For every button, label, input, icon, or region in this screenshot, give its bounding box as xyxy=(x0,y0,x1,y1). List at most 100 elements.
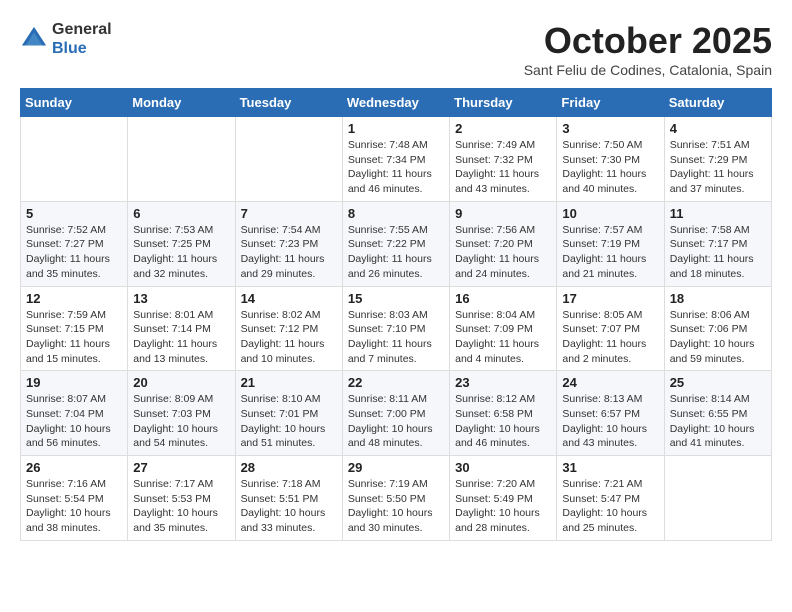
calendar-cell xyxy=(128,117,235,202)
day-number: 9 xyxy=(455,206,551,221)
day-info: Sunrise: 7:19 AM Sunset: 5:50 PM Dayligh… xyxy=(348,477,444,536)
calendar-cell: 23 Sunrise: 8:12 AM Sunset: 6:58 PM Dayli… xyxy=(450,371,557,456)
calendar-cell: 24Sunrise: 8:13 AM Sunset: 6:57 PM Dayli… xyxy=(557,371,664,456)
calendar-cell: 16Sunrise: 8:04 AM Sunset: 7:09 PM Dayli… xyxy=(450,286,557,371)
calendar-cell: 26 Sunrise: 7:16 AM Sunset: 5:54 PM Dayli… xyxy=(21,456,128,541)
calendar-cell: 18 Sunrise: 8:06 AM Sunset: 7:06 PM Dayli… xyxy=(664,286,771,371)
day-number: 24 xyxy=(562,375,658,390)
calendar-cell: 29 Sunrise: 7:19 AM Sunset: 5:50 PM Dayli… xyxy=(342,456,449,541)
day-number: 27 xyxy=(133,460,229,475)
day-number: 30 xyxy=(455,460,551,475)
calendar-cell xyxy=(664,456,771,541)
day-number: 22 xyxy=(348,375,444,390)
calendar-cell: 20Sunrise: 8:09 AM Sunset: 7:03 PM Dayli… xyxy=(128,371,235,456)
calendar-cell: 19 Sunrise: 8:07 AM Sunset: 7:04 PM Dayli… xyxy=(21,371,128,456)
month-title: October 2025 xyxy=(524,20,772,62)
calendar-cell: 5 Sunrise: 7:52 AM Sunset: 7:27 PM Daylig… xyxy=(21,201,128,286)
day-info: Sunrise: 7:56 AM Sunset: 7:20 PM Dayligh… xyxy=(455,223,551,282)
day-info: Sunrise: 7:59 AM Sunset: 7:15 PM Dayligh… xyxy=(26,308,122,367)
calendar-cell xyxy=(235,117,342,202)
day-info: Sunrise: 8:01 AM Sunset: 7:14 PM Dayligh… xyxy=(133,308,229,367)
calendar-week-row: 5 Sunrise: 7:52 AM Sunset: 7:27 PM Daylig… xyxy=(21,201,772,286)
day-info: Sunrise: 7:20 AM Sunset: 5:49 PM Dayligh… xyxy=(455,477,551,536)
day-number: 11 xyxy=(670,206,766,221)
day-number: 16 xyxy=(455,291,551,306)
location: Sant Feliu de Codines, Catalonia, Spain xyxy=(524,62,772,78)
day-number: 19 xyxy=(26,375,122,390)
day-number: 17 xyxy=(562,291,658,306)
day-info: Sunrise: 8:09 AM Sunset: 7:03 PM Dayligh… xyxy=(133,392,229,451)
logo-blue: Blue xyxy=(52,39,112,58)
calendar-cell: 8Sunrise: 7:55 AM Sunset: 7:22 PM Daylig… xyxy=(342,201,449,286)
page-header: General Blue October 2025 Sant Feliu de … xyxy=(20,20,772,78)
day-info: Sunrise: 8:07 AM Sunset: 7:04 PM Dayligh… xyxy=(26,392,122,451)
calendar-week-row: 19 Sunrise: 8:07 AM Sunset: 7:04 PM Dayli… xyxy=(21,371,772,456)
calendar: SundayMondayTuesdayWednesdayThursdayFrid… xyxy=(20,88,772,541)
day-number: 15 xyxy=(348,291,444,306)
calendar-cell: 11Sunrise: 7:58 AM Sunset: 7:17 PM Dayli… xyxy=(664,201,771,286)
logo: General Blue xyxy=(20,20,112,58)
day-info: Sunrise: 8:12 AM Sunset: 6:58 PM Dayligh… xyxy=(455,392,551,451)
calendar-cell: 31Sunrise: 7:21 AM Sunset: 5:47 PM Dayli… xyxy=(557,456,664,541)
title-area: October 2025 Sant Feliu de Codines, Cata… xyxy=(524,20,772,78)
calendar-cell: 21Sunrise: 8:10 AM Sunset: 7:01 PM Dayli… xyxy=(235,371,342,456)
day-info: Sunrise: 7:16 AM Sunset: 5:54 PM Dayligh… xyxy=(26,477,122,536)
calendar-header-row: SundayMondayTuesdayWednesdayThursdayFrid… xyxy=(21,89,772,117)
day-info: Sunrise: 7:53 AM Sunset: 7:25 PM Dayligh… xyxy=(133,223,229,282)
calendar-cell: 10 Sunrise: 7:57 AM Sunset: 7:19 PM Dayli… xyxy=(557,201,664,286)
calendar-header-monday: Monday xyxy=(128,89,235,117)
day-number: 21 xyxy=(241,375,337,390)
calendar-header-friday: Friday xyxy=(557,89,664,117)
calendar-cell: 25 Sunrise: 8:14 AM Sunset: 6:55 PM Dayli… xyxy=(664,371,771,456)
calendar-cell: 1 Sunrise: 7:48 AM Sunset: 7:34 PM Daylig… xyxy=(342,117,449,202)
calendar-week-row: 1 Sunrise: 7:48 AM Sunset: 7:34 PM Daylig… xyxy=(21,117,772,202)
day-info: Sunrise: 7:55 AM Sunset: 7:22 PM Dayligh… xyxy=(348,223,444,282)
logo-text: General Blue xyxy=(52,20,112,58)
day-info: Sunrise: 7:18 AM Sunset: 5:51 PM Dayligh… xyxy=(241,477,337,536)
calendar-cell: 13 Sunrise: 8:01 AM Sunset: 7:14 PM Dayli… xyxy=(128,286,235,371)
calendar-header-tuesday: Tuesday xyxy=(235,89,342,117)
calendar-cell: 30 Sunrise: 7:20 AM Sunset: 5:49 PM Dayli… xyxy=(450,456,557,541)
day-info: Sunrise: 8:14 AM Sunset: 6:55 PM Dayligh… xyxy=(670,392,766,451)
calendar-cell: 28 Sunrise: 7:18 AM Sunset: 5:51 PM Dayli… xyxy=(235,456,342,541)
day-number: 29 xyxy=(348,460,444,475)
day-info: Sunrise: 8:05 AM Sunset: 7:07 PM Dayligh… xyxy=(562,308,658,367)
day-info: Sunrise: 7:52 AM Sunset: 7:27 PM Dayligh… xyxy=(26,223,122,282)
day-number: 3 xyxy=(562,121,658,136)
day-info: Sunrise: 7:51 AM Sunset: 7:29 PM Dayligh… xyxy=(670,138,766,197)
day-number: 10 xyxy=(562,206,658,221)
day-number: 13 xyxy=(133,291,229,306)
day-info: Sunrise: 7:57 AM Sunset: 7:19 PM Dayligh… xyxy=(562,223,658,282)
calendar-header-wednesday: Wednesday xyxy=(342,89,449,117)
calendar-header-sunday: Sunday xyxy=(21,89,128,117)
calendar-cell: 3Sunrise: 7:50 AM Sunset: 7:30 PM Daylig… xyxy=(557,117,664,202)
day-info: Sunrise: 7:17 AM Sunset: 5:53 PM Dayligh… xyxy=(133,477,229,536)
day-number: 18 xyxy=(670,291,766,306)
day-info: Sunrise: 8:02 AM Sunset: 7:12 PM Dayligh… xyxy=(241,308,337,367)
day-number: 1 xyxy=(348,121,444,136)
calendar-cell: 4 Sunrise: 7:51 AM Sunset: 7:29 PM Daylig… xyxy=(664,117,771,202)
day-number: 14 xyxy=(241,291,337,306)
calendar-cell: 12 Sunrise: 7:59 AM Sunset: 7:15 PM Dayli… xyxy=(21,286,128,371)
day-number: 5 xyxy=(26,206,122,221)
day-info: Sunrise: 8:06 AM Sunset: 7:06 PM Dayligh… xyxy=(670,308,766,367)
day-number: 28 xyxy=(241,460,337,475)
calendar-cell: 6Sunrise: 7:53 AM Sunset: 7:25 PM Daylig… xyxy=(128,201,235,286)
day-number: 23 xyxy=(455,375,551,390)
day-number: 26 xyxy=(26,460,122,475)
calendar-cell: 22Sunrise: 8:11 AM Sunset: 7:00 PM Dayli… xyxy=(342,371,449,456)
day-number: 25 xyxy=(670,375,766,390)
calendar-header-thursday: Thursday xyxy=(450,89,557,117)
logo-general: General xyxy=(52,20,112,39)
day-number: 12 xyxy=(26,291,122,306)
day-info: Sunrise: 7:48 AM Sunset: 7:34 PM Dayligh… xyxy=(348,138,444,197)
calendar-cell xyxy=(21,117,128,202)
day-info: Sunrise: 7:21 AM Sunset: 5:47 PM Dayligh… xyxy=(562,477,658,536)
day-number: 7 xyxy=(241,206,337,221)
day-info: Sunrise: 7:49 AM Sunset: 7:32 PM Dayligh… xyxy=(455,138,551,197)
calendar-cell: 9 Sunrise: 7:56 AM Sunset: 7:20 PM Daylig… xyxy=(450,201,557,286)
calendar-week-row: 12 Sunrise: 7:59 AM Sunset: 7:15 PM Dayli… xyxy=(21,286,772,371)
day-number: 4 xyxy=(670,121,766,136)
calendar-cell: 14 Sunrise: 8:02 AM Sunset: 7:12 PM Dayli… xyxy=(235,286,342,371)
day-info: Sunrise: 7:54 AM Sunset: 7:23 PM Dayligh… xyxy=(241,223,337,282)
